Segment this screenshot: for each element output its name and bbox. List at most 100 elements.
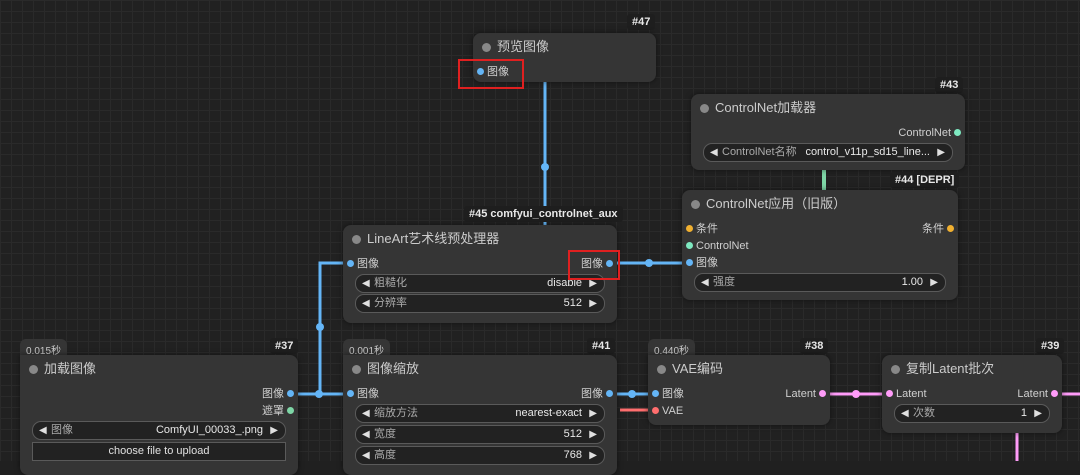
slot-label: 遮罩 (262, 405, 284, 417)
arrow-right-icon[interactable]: ▶ (589, 426, 597, 443)
collapse-dot-icon[interactable] (482, 43, 491, 52)
controlnet-name-combo[interactable]: ◀ ControlNet名称 control_v11p_sd15_line...… (703, 143, 953, 162)
node-title[interactable]: ControlNet加载器 (691, 94, 965, 122)
node-title[interactable]: LineArt艺术线预处理器 (343, 225, 617, 253)
slot-label: Latent (785, 388, 816, 400)
output-dot-icon[interactable] (287, 390, 294, 397)
widget-value: 768 (563, 449, 582, 461)
node-title[interactable]: ControlNet应用（旧版） (682, 190, 958, 218)
output-dot-icon[interactable] (954, 129, 961, 136)
collapse-dot-icon[interactable] (352, 235, 361, 244)
arrow-left-icon[interactable]: ◀ (362, 405, 370, 422)
node-vae-encode[interactable]: VAE编码 图像 Latent VAE (648, 355, 830, 425)
arrow-left-icon[interactable]: ◀ (710, 144, 718, 161)
widget-value: 1.00 (901, 276, 923, 288)
node-title[interactable]: 复制Latent批次 (882, 355, 1062, 383)
arrow-left-icon[interactable]: ◀ (901, 405, 909, 422)
node-controlnet-apply[interactable]: ControlNet应用（旧版） 条件 条件 ControlNet 图像 ◀ 强… (682, 190, 958, 300)
link-midpoint (645, 259, 653, 267)
node-id-badge: #45 comfyui_controlnet_aux (464, 206, 623, 222)
input-dot-icon[interactable] (652, 407, 659, 414)
arrow-right-icon[interactable]: ▶ (1034, 405, 1042, 422)
resolution-number[interactable]: ◀ 分辨率 512 ▶ (355, 294, 605, 313)
arrow-left-icon[interactable]: ◀ (362, 447, 370, 464)
node-repeat-latent-batch[interactable]: 复制Latent批次 Latent Latent ◀ 次数 1 ▶ (882, 355, 1062, 433)
input-dot-icon[interactable] (652, 390, 659, 397)
arrow-left-icon[interactable]: ◀ (362, 426, 370, 443)
input-dot-icon[interactable] (347, 390, 354, 397)
node-title[interactable]: 图像缩放 (343, 355, 617, 383)
input-dot-icon[interactable] (347, 260, 354, 267)
node-title-label: 预览图像 (497, 39, 550, 54)
arrow-left-icon[interactable]: ◀ (362, 295, 370, 312)
widget-label: 缩放方法 (374, 407, 418, 419)
node-controlnet-loader[interactable]: ControlNet加载器 ControlNet ◀ ControlNet名称 … (691, 94, 965, 170)
slot-label: 条件 (696, 223, 718, 235)
input-dot-icon[interactable] (686, 225, 693, 232)
collapse-dot-icon[interactable] (657, 365, 666, 374)
widget-label: 宽度 (374, 428, 396, 440)
input-dot-icon[interactable] (686, 242, 693, 249)
input-slot-controlnet[interactable]: ControlNet (682, 237, 958, 255)
arrow-right-icon[interactable]: ▶ (937, 144, 945, 161)
node-title-label: LineArt艺术线预处理器 (367, 231, 500, 246)
collapse-dot-icon[interactable] (700, 104, 709, 113)
output-slot-mask[interactable]: 遮罩 (20, 402, 298, 420)
slot-label: 图像 (357, 258, 379, 270)
slot-label: Latent (896, 388, 927, 400)
widget-label: 高度 (374, 449, 396, 461)
output-dot-icon[interactable] (1051, 390, 1058, 397)
output-slot-controlnet[interactable]: ControlNet (691, 124, 965, 142)
collapse-dot-icon[interactable] (891, 365, 900, 374)
slot-label: 图像 (581, 388, 603, 400)
node-title[interactable]: VAE编码 (648, 355, 830, 383)
input-slot-conditioning[interactable]: 条件 条件 (682, 220, 958, 238)
node-load-image[interactable]: 加载图像 图像 遮罩 ◀ 图像 ComfyUI_00033_.png ▶ cho… (20, 355, 298, 475)
arrow-right-icon[interactable]: ▶ (589, 447, 597, 464)
output-dot-icon[interactable] (287, 407, 294, 414)
arrow-right-icon[interactable]: ▶ (589, 405, 597, 422)
link-midpoint (315, 390, 323, 398)
link-midpoint (541, 163, 549, 171)
widget-value: ComfyUI_00033_.png (155, 424, 263, 436)
widget-value: 512 (563, 428, 582, 440)
output-dot-icon[interactable] (947, 225, 954, 232)
input-slot-vae[interactable]: VAE (648, 402, 830, 420)
slot-image[interactable]: 图像 图像 (343, 385, 617, 403)
node-id-badge: #44 [DEPR] (890, 172, 960, 188)
arrow-left-icon[interactable]: ◀ (39, 422, 47, 439)
node-title-label: ControlNet加载器 (715, 100, 817, 115)
slot-latent[interactable]: Latent Latent (882, 385, 1062, 403)
image-file-combo[interactable]: ◀ 图像 ComfyUI_00033_.png ▶ (32, 421, 286, 440)
collapse-dot-icon[interactable] (29, 365, 38, 374)
strength-slider[interactable]: ◀ 强度 1.00 ▶ (694, 273, 946, 292)
node-id-badge: #38 (800, 338, 829, 354)
arrow-left-icon[interactable]: ◀ (701, 274, 709, 291)
width-number[interactable]: ◀ 宽度 512 ▶ (355, 425, 605, 444)
widget-label: ControlNet名称 (722, 146, 797, 158)
node-title[interactable]: 加载图像 (20, 355, 298, 383)
arrow-right-icon[interactable]: ▶ (270, 422, 278, 439)
upload-button[interactable]: choose file to upload (32, 442, 286, 461)
input-dot-icon[interactable] (886, 390, 893, 397)
arrow-right-icon[interactable]: ▶ (589, 295, 597, 312)
link-midpoint (316, 323, 324, 331)
amount-number[interactable]: ◀ 次数 1 ▶ (894, 404, 1050, 423)
height-number[interactable]: ◀ 高度 768 ▶ (355, 446, 605, 465)
input-dot-icon[interactable] (686, 259, 693, 266)
slot-image-latent[interactable]: 图像 Latent (648, 385, 830, 403)
input-slot-image[interactable]: 图像 (682, 254, 958, 272)
arrow-right-icon[interactable]: ▶ (930, 274, 938, 291)
widget-label: 图像 (51, 424, 73, 436)
arrow-left-icon[interactable]: ◀ (362, 275, 370, 292)
upscale-method-combo[interactable]: ◀ 缩放方法 nearest-exact ▶ (355, 404, 605, 423)
node-title-label: 加载图像 (44, 361, 97, 376)
node-image-scale[interactable]: 图像缩放 图像 图像 ◀ 缩放方法 nearest-exact ▶ ◀ 宽度 5… (343, 355, 617, 475)
output-dot-icon[interactable] (606, 390, 613, 397)
collapse-dot-icon[interactable] (352, 365, 361, 374)
output-slot-image[interactable]: 图像 (20, 385, 298, 403)
node-title[interactable]: 预览图像 (473, 33, 656, 61)
slot-label: 图像 (357, 388, 379, 400)
collapse-dot-icon[interactable] (691, 200, 700, 209)
output-dot-icon[interactable] (819, 390, 826, 397)
